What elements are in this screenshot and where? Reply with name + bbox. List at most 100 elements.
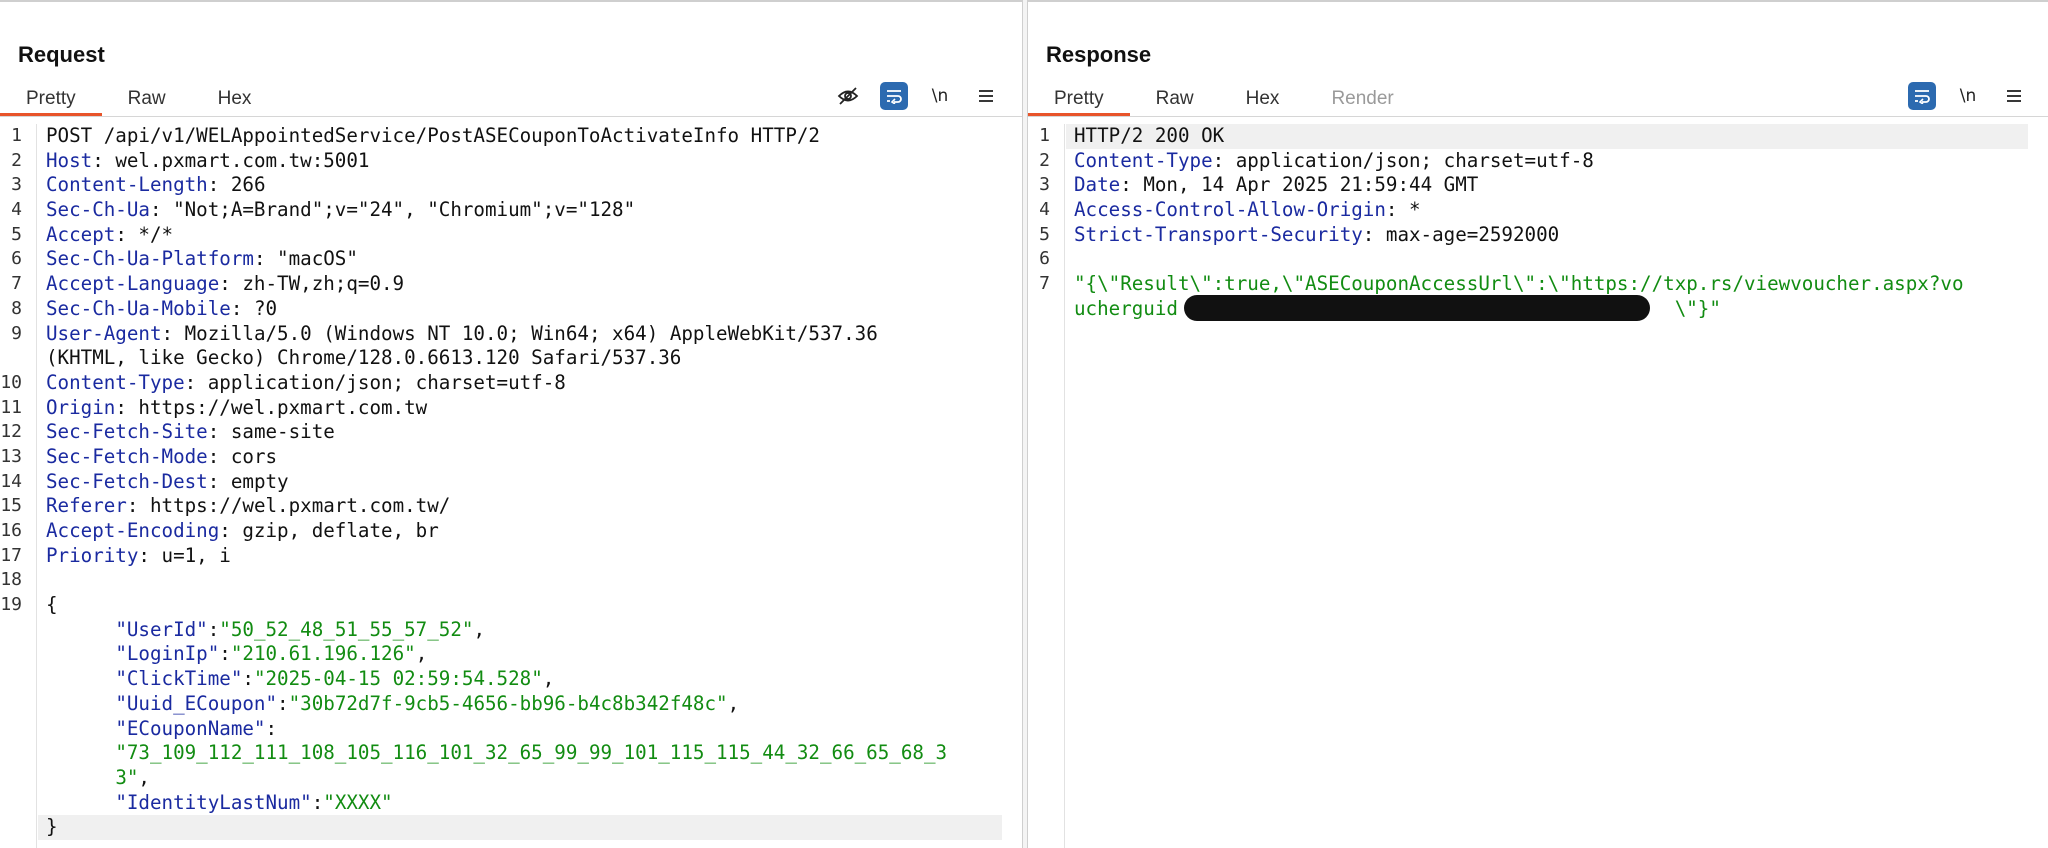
- code-line: 14 Sec-Fetch-Dest: empty: [0, 470, 1022, 495]
- token-text: : https://wel.pxmart.com.tw/: [126, 494, 451, 518]
- token-key: Strict-Transport-Security: [1074, 222, 1363, 246]
- code-line: 12 Sec-Fetch-Site: same-site: [0, 420, 1022, 445]
- token-key: Content-Type: [1074, 148, 1213, 172]
- hamburger-menu-icon[interactable]: [2000, 82, 2028, 110]
- code-line: 7 "{\"Result\":true,\"ASECouponAccessUrl\…: [1028, 272, 2048, 297]
- line-number: 2: [11, 149, 22, 171]
- token-key: "UserId": [115, 617, 208, 641]
- response-pane: Response Pretty Raw Hex Render \n 1 HTTP/…: [1028, 2, 2048, 848]
- response-tabs: Pretty Raw Hex Render: [1028, 82, 1420, 116]
- token-text: : "macOS": [253, 247, 358, 271]
- wrap-icon[interactable]: [880, 82, 908, 110]
- token-key: "ClickTime": [115, 667, 243, 691]
- line-number: 7: [1039, 273, 1050, 295]
- line-text: "{\"Result\":true,\"ASECouponAccessUrl\"…: [1074, 272, 1964, 297]
- hamburger-menu-icon[interactable]: [972, 82, 1000, 110]
- line-text: "ECouponName":: [46, 717, 277, 742]
- code-line: 4 Sec-Ch-Ua: "Not;A=Brand";v="24", "Chrom…: [0, 198, 1022, 223]
- token-string: "XXXX": [323, 790, 393, 814]
- tab-raw[interactable]: Raw: [102, 82, 192, 116]
- token-key: Sec-Ch-Ua: [46, 198, 150, 222]
- token-key: Content-Length: [46, 173, 208, 197]
- code-line: 3 Date: Mon, 14 Apr 2025 21:59:44 GMT: [1028, 173, 2048, 198]
- line-text: Sec-Fetch-Mode: cors: [46, 445, 277, 470]
- response-editor[interactable]: 1 HTTP/2 200 OK 2 Content-Type: application…: [1028, 124, 2048, 848]
- token-text: {: [46, 593, 58, 617]
- code-line: 10 Content-Type: application/json; charse…: [0, 371, 1022, 396]
- code-line: 4 Access-Control-Allow-Origin: *: [1028, 198, 2048, 223]
- token-text: : gzip, deflate, br: [219, 519, 439, 542]
- token-text: : wel.pxmart.com.tw:5001: [92, 148, 370, 172]
- newline-toggle[interactable]: \n: [926, 82, 954, 110]
- line-number: 6: [1039, 248, 1050, 270]
- line-text: Sec-Ch-Ua: "Not;A=Brand";v="24", "Chromi…: [46, 198, 635, 223]
- tabs-divider: [0, 116, 1022, 117]
- tab-pretty[interactable]: Pretty: [1028, 82, 1130, 116]
- line-text: Accept-Language: zh-TW,zh;q=0.9: [46, 272, 404, 297]
- token-key: Host: [46, 148, 93, 172]
- code-line: 7 Accept-Language: zh-TW,zh;q=0.9: [0, 272, 1022, 297]
- line-text: }: [46, 815, 58, 840]
- token-string: "30b72d7f-9cb5-4656-bb96-b4c8b342f48c": [288, 691, 728, 715]
- line-text: Content-Type: application/json; charset=…: [46, 371, 566, 396]
- line-text: Access-Control-Allow-Origin: *: [1074, 198, 1421, 223]
- tab-hex[interactable]: Hex: [1220, 82, 1306, 116]
- code-line: "UserId":"50_52_48_51_55_57_52",: [0, 618, 1022, 643]
- request-editor[interactable]: 1 POST /api/v1/WELAppointedService/PostAS…: [0, 124, 1022, 848]
- token-key: Sec-Ch-Ua-Platform: [46, 247, 254, 271]
- wrap-icon[interactable]: [1908, 82, 1936, 110]
- token-key: User-Agent: [46, 321, 162, 345]
- token-text: : same-site: [207, 420, 335, 444]
- token-key: Sec-Fetch-Mode: [46, 444, 208, 468]
- tab-render[interactable]: Render: [1305, 82, 1419, 116]
- line-text: "LoginIp":"210.61.196.126",: [46, 642, 427, 667]
- token-text: :: [265, 716, 278, 740]
- code-line: 5 Strict-Transport-Security: max-age=2592…: [1028, 223, 2048, 248]
- current-line-highlight: [38, 815, 1002, 840]
- token-text: : application/json; charset=utf-8: [184, 370, 566, 394]
- line-number: 7: [11, 273, 22, 295]
- code-line: 2 Content-Type: application/json; charset…: [1028, 149, 2048, 174]
- request-title: Request: [18, 42, 105, 67]
- line-number: 5: [1039, 223, 1050, 245]
- line-text: HTTP/2 200 OK: [1074, 124, 1224, 149]
- token-key: Priority: [46, 543, 139, 567]
- line-text: Origin: https://wel.pxmart.com.tw: [46, 396, 427, 421]
- token-key: Content-Type: [46, 370, 185, 394]
- token-string: 3": [115, 765, 139, 789]
- token-text: ,: [138, 765, 150, 789]
- line-number: 15: [0, 495, 22, 517]
- tab-hex[interactable]: Hex: [192, 82, 278, 116]
- line-text: Referer: https://wel.pxmart.com.tw/: [46, 494, 450, 519]
- line-text: POST /api/v1/WELAppointedService/PostASE…: [46, 124, 820, 149]
- code-line: "ECouponName":: [0, 717, 1022, 742]
- line-text: Content-Type: application/json; charset=…: [1074, 149, 1594, 174]
- token-text: (KHTML, like Gecko) Chrome/128.0.6613.12…: [46, 346, 682, 370]
- code-line: 19 {: [0, 593, 1022, 618]
- code-line: 15 Referer: https://wel.pxmart.com.tw/: [0, 494, 1022, 519]
- code-line: "LoginIp":"210.61.196.126",: [0, 642, 1022, 667]
- code-line: }: [0, 815, 1022, 840]
- token-key: Date: [1074, 173, 1121, 197]
- code-line: 6: [1028, 247, 2048, 272]
- line-text: Sec-Fetch-Dest: empty: [46, 470, 289, 495]
- code-line: 18: [0, 568, 1022, 593]
- tab-pretty[interactable]: Pretty: [0, 82, 102, 116]
- line-text: "Uuid_ECoupon":"30b72d7f-9cb5-4656-bb96-…: [46, 692, 739, 717]
- newline-toggle[interactable]: \n: [1954, 82, 1982, 110]
- eye-slash-icon[interactable]: [834, 82, 862, 110]
- line-text: 3",: [46, 766, 150, 791]
- token-text: : Mozilla/5.0 (Windows NT 10.0; Win64; x…: [161, 321, 878, 345]
- line-text: "ClickTime":"2025-04-15 02:59:54.528",: [46, 667, 554, 692]
- token-text: : */*: [115, 222, 174, 246]
- tab-raw[interactable]: Raw: [1130, 82, 1220, 116]
- line-number: 14: [0, 470, 22, 492]
- token-string: "210.61.196.126": [230, 642, 416, 666]
- token-key: Referer: [46, 494, 127, 518]
- token-text: : empty: [207, 469, 289, 493]
- token-key: Access-Control-Allow-Origin: [1074, 198, 1386, 222]
